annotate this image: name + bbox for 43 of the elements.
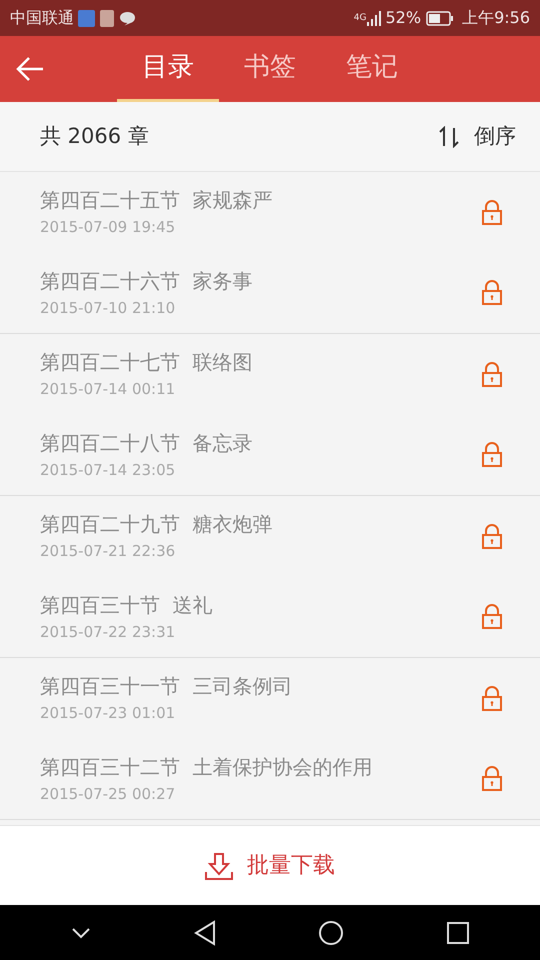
download-icon (205, 852, 233, 880)
signal-icon (366, 10, 382, 26)
chapter-date: 2015-07-14 23:05 (40, 462, 176, 478)
chapter-item[interactable]: 第四百二十五节 家规森严 2015-07-09 19:45 (0, 172, 540, 253)
chapter-title: 第四百三十一节 三司条例司 (40, 676, 294, 696)
chapter-item[interactable]: 第四百三十二节 土着保护协会的作用 2015-07-25 00:27 (0, 739, 540, 820)
chapter-item[interactable]: 第四百二十六节 家务事 2015-07-10 21:10 (0, 253, 540, 334)
chapter-item[interactable]: 第四百二十八节 备忘录 2015-07-14 23:05 (0, 415, 540, 496)
chapter-title: 第四百二十六节 家务事 (40, 270, 254, 290)
chapter-date: 2015-07-10 21:10 (40, 300, 176, 316)
sort-button[interactable]: 倒序 (438, 120, 516, 152)
battery-percentage: 52% (386, 7, 422, 29)
chat-icon (119, 10, 136, 26)
sort-icon (438, 126, 460, 148)
chapter-title: 第四百二十七节 联络图 (40, 352, 254, 372)
chapter-item[interactable]: 第四百三十一节 三司条例司 2015-07-23 01:01 (0, 658, 540, 739)
chapter-title: 第四百二十九节 糖衣炮弹 (40, 514, 274, 534)
back-icon[interactable] (194, 920, 216, 946)
chapter-title: 第四百二十五节 家规森严 (40, 190, 274, 210)
collapse-icon[interactable] (71, 926, 92, 938)
chapter-item[interactable]: 第四百二十九节 糖衣炮弹 2015-07-21 22:36 (0, 496, 540, 577)
chapter-title: 第四百三十节 送礼 (40, 594, 214, 614)
chapter-item[interactable]: 第四百二十七节 联络图 2015-07-14 00:11 (0, 334, 540, 415)
carrier-name: 中国联通 (10, 7, 74, 29)
back-arrow-icon (15, 56, 45, 82)
chapter-date: 2015-07-21 22:36 (40, 544, 176, 559)
chapter-title: 第四百二十八节 备忘录 (40, 432, 254, 452)
chapter-date: 2015-07-09 19:45 (40, 220, 176, 235)
chapter-count: 共 2066 章 (40, 122, 150, 150)
chapter-date: 2015-07-23 01:01 (40, 706, 176, 721)
chapter-item[interactable]: 第四百三十节 送礼 2015-07-22 23:31 (0, 577, 540, 658)
chapter-date: 2015-07-22 23:31 (40, 624, 176, 640)
tab[interactable]: 书签 (219, 36, 321, 102)
chapter-date: 2015-07-14 00:11 (40, 382, 176, 397)
home-icon[interactable] (318, 920, 344, 946)
battery-icon (426, 10, 454, 26)
chapter-title: 第四百三十二节 土着保护协会的作用 (40, 756, 374, 776)
batch-download-button[interactable]: 批量下载 (205, 849, 335, 882)
tab[interactable]: 笔记 (321, 36, 423, 102)
network-label: 4G (354, 14, 366, 22)
chapter-date: 2015-07-25 00:27 (40, 786, 176, 802)
clock: 上午9:56 (462, 7, 530, 29)
recent-apps-icon[interactable] (446, 922, 469, 944)
